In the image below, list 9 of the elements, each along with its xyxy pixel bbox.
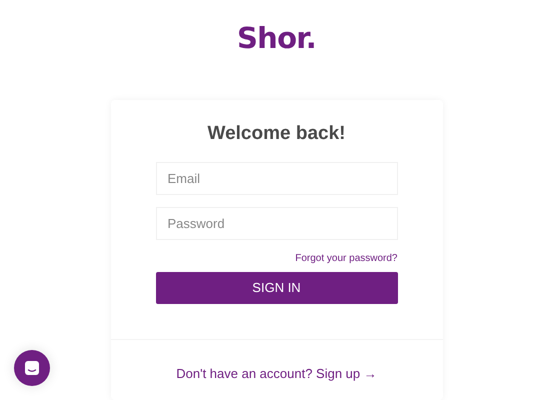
heading: Welcome back! <box>206 122 346 146</box>
input-field[interactable]: Password <box>156 207 398 240</box>
chat-icon <box>24 360 40 376</box>
logo: Shor. <box>236 20 316 56</box>
sign-up-link[interactable]: Don't have an account? Sign up → <box>176 364 377 384</box>
sign-in-button[interactable]: SIGN IN <box>156 272 398 304</box>
input-field[interactable]: Email <box>156 162 398 195</box>
chat-button[interactable] <box>14 350 50 386</box>
forgot-password-link[interactable]: Forgot your password? <box>295 252 398 266</box>
